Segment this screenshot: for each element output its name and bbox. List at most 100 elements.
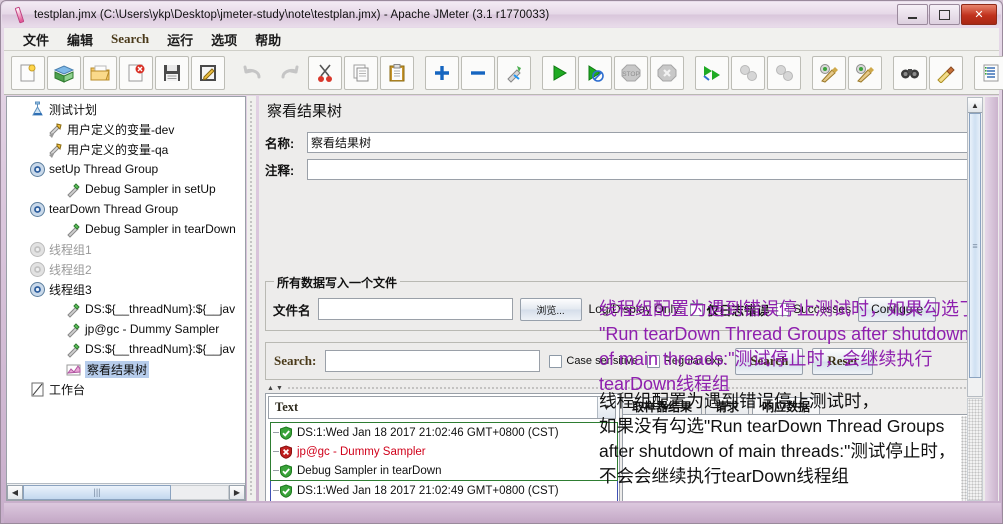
stop-icon: STOP xyxy=(614,55,648,90)
tree-item-label: DS:${__threadNum}:${__jav xyxy=(85,302,236,316)
tree-item-debug-sampler-in-setup[interactable]: Debug Sampler in setUp xyxy=(7,179,245,199)
templates-icon[interactable] xyxy=(47,55,81,90)
copy-icon[interactable] xyxy=(344,55,378,90)
tree-item-label: Debug Sampler in setUp xyxy=(85,182,216,196)
remote-start-all-icon[interactable] xyxy=(695,55,729,90)
tree-item-debug-sampler-in-teardown[interactable]: Debug Sampler in tearDown xyxy=(7,219,245,239)
scroll-left-arrow[interactable]: ◀ xyxy=(7,484,23,500)
tree-item-dummy-sampler[interactable]: jp@gc - Dummy Sampler xyxy=(7,319,245,339)
result-row[interactable]: jp@gc - Dummy Sampler xyxy=(271,442,617,461)
new-icon[interactable] xyxy=(11,55,45,90)
response-data-pane[interactable] xyxy=(622,414,973,501)
configure-button[interactable]: Configure xyxy=(858,296,937,322)
result-row-label: Debug Sampler in tearDown xyxy=(297,464,442,477)
tree-horizontal-scrollbar[interactable]: ◀ ||| ▶ xyxy=(7,483,245,500)
result-group: DS:1:Wed Jan 18 2017 21:02:49 GMT+0800 (… xyxy=(270,481,618,501)
search-button[interactable]: Search xyxy=(735,347,804,375)
checkbox-box[interactable] xyxy=(549,354,563,368)
result-row[interactable]: Debug Sampler in tearDown xyxy=(271,461,617,480)
start-no-timers-icon[interactable] xyxy=(578,55,612,90)
tree-item-test-plan[interactable]: 测试计划 xyxy=(7,99,245,119)
tree-item-ds-sampler-2[interactable]: DS:${__threadNum}:${__jav xyxy=(7,339,245,359)
clear-icon[interactable] xyxy=(812,55,846,90)
main-vertical-scrollbar-trough[interactable] xyxy=(967,398,983,501)
menu-file[interactable]: 文件 xyxy=(14,28,58,51)
search-reset-icon[interactable] xyxy=(929,55,963,90)
tab-sampler-result[interactable]: 取样器结果 xyxy=(622,397,703,415)
menu-search[interactable]: Search xyxy=(102,29,158,49)
split-pane-divider[interactable] xyxy=(247,96,256,501)
paste-icon[interactable] xyxy=(380,55,414,90)
scroll-trough[interactable] xyxy=(171,484,229,500)
name-input[interactable] xyxy=(307,132,973,153)
tree-item-thread-group-1[interactable]: 线程组1 xyxy=(7,239,245,259)
result-row[interactable]: jp@gc - Dummy Sampler xyxy=(271,500,617,501)
result-row[interactable]: DS:1:Wed Jan 18 2017 21:02:49 GMT+0800 (… xyxy=(271,481,617,500)
save-icon[interactable] xyxy=(155,55,189,90)
scroll-thumb[interactable]: ||| xyxy=(23,484,171,500)
clear-all-icon[interactable] xyxy=(848,55,882,90)
tree-item-setup-thread-group[interactable]: setUp Thread Group xyxy=(7,159,245,179)
tree-item-teardown-thread-group[interactable]: tearDown Thread Group xyxy=(7,199,245,219)
menu-run[interactable]: 运行 xyxy=(158,28,202,51)
group-title: 所有数据写入一个文件 xyxy=(274,274,401,291)
comment-input[interactable] xyxy=(307,159,973,180)
collapse-up-icon[interactable]: ▲ xyxy=(267,385,274,392)
case-sensitive-checkbox[interactable]: Case sensitive xyxy=(549,354,638,368)
divider-grip xyxy=(286,387,973,389)
tree-item-user-defined-variables-qa[interactable]: 用户定义的变量-qa xyxy=(7,139,245,159)
tab-response-data[interactable]: 响应数据 xyxy=(752,397,821,415)
expand-all-icon[interactable] xyxy=(425,55,459,90)
checkbox-box[interactable] xyxy=(776,302,790,316)
renderer-selected-label: Text xyxy=(275,400,299,414)
result-row[interactable]: DS:1:Wed Jan 18 2017 21:02:46 GMT+0800 (… xyxy=(271,423,617,442)
maximize-button[interactable] xyxy=(929,4,960,25)
open-icon[interactable] xyxy=(83,55,117,90)
successes-checkbox[interactable]: Successes xyxy=(776,302,851,316)
tree-item-thread-group-2[interactable]: 线程组2 xyxy=(7,259,245,279)
close-button[interactable]: ✕ xyxy=(961,4,997,25)
cut-icon[interactable] xyxy=(308,55,342,90)
tab-request[interactable]: 请求 xyxy=(705,397,750,415)
renderer-select[interactable]: Text ▼ xyxy=(268,396,616,419)
minimize-button[interactable] xyxy=(897,4,928,25)
tree-item-label: 用户定义的变量-qa xyxy=(67,142,169,157)
main-vertical-scrollbar[interactable]: ▲ ≡ xyxy=(967,97,983,397)
chevron-down-icon[interactable]: ▼ xyxy=(597,397,615,418)
save-as-icon[interactable] xyxy=(191,55,225,90)
menu-help[interactable]: 帮助 xyxy=(246,28,290,51)
filename-input[interactable] xyxy=(317,298,513,320)
start-icon[interactable] xyxy=(542,55,576,90)
search-icon[interactable] xyxy=(893,55,927,90)
browse-button[interactable]: 浏览... xyxy=(519,297,582,321)
collapse-all-icon[interactable] xyxy=(461,55,495,90)
checkbox-box[interactable] xyxy=(646,354,660,368)
results-list-panel[interactable]: Text ▼ DS:1:Wed Jan 18 2017 21:02:46 GMT… xyxy=(265,393,620,501)
tree-item-ds-sampler-1[interactable]: DS:${__threadNum}:${__jav xyxy=(7,299,245,319)
regular-exp-checkbox[interactable]: Regular exp. xyxy=(646,354,726,368)
tree-item-workbench[interactable]: 工作台 xyxy=(7,379,245,399)
test-plan-tree-panel[interactable]: 测试计划 用户定义的变量-dev 用户定义的变量-qa setUp Thread… xyxy=(6,96,246,501)
function-helper-icon[interactable] xyxy=(974,55,1003,90)
tree-item-user-defined-variables-dev[interactable]: 用户定义的变量-dev xyxy=(7,119,245,139)
tree-item-label: 线程组1 xyxy=(49,242,92,257)
menu-options[interactable]: 选项 xyxy=(202,28,246,51)
toggle-icon[interactable] xyxy=(497,55,531,90)
reset-button[interactable]: Reset xyxy=(812,347,873,375)
tree-item-view-results-tree[interactable]: 察看结果树 xyxy=(7,359,245,379)
test-plan-tree[interactable]: 测试计划 用户定义的变量-dev 用户定义的变量-qa setUp Thread… xyxy=(7,99,245,399)
tree-item-thread-group-3[interactable]: 线程组3 xyxy=(7,279,245,299)
scroll-thumb[interactable]: ≡ xyxy=(969,113,981,378)
errors-only-checkbox[interactable]: 仅日志错误 xyxy=(689,300,769,319)
scroll-up-arrow[interactable]: ▲ xyxy=(968,98,982,113)
checkbox-box[interactable] xyxy=(689,302,703,316)
scroll-right-arrow[interactable]: ▶ xyxy=(229,484,245,500)
menu-edit[interactable]: 编辑 xyxy=(58,28,102,51)
tree-item-label: Debug Sampler in tearDown xyxy=(85,222,236,236)
inner-split-divider[interactable]: ▲ ▼ xyxy=(265,384,973,392)
collapse-down-icon[interactable]: ▼ xyxy=(276,385,283,392)
close-icon[interactable] xyxy=(119,55,153,90)
search-input[interactable] xyxy=(325,350,541,372)
remote-stop-all-icon xyxy=(731,55,765,90)
sample-result-tree[interactable]: DS:1:Wed Jan 18 2017 21:02:46 GMT+0800 (… xyxy=(270,422,618,501)
